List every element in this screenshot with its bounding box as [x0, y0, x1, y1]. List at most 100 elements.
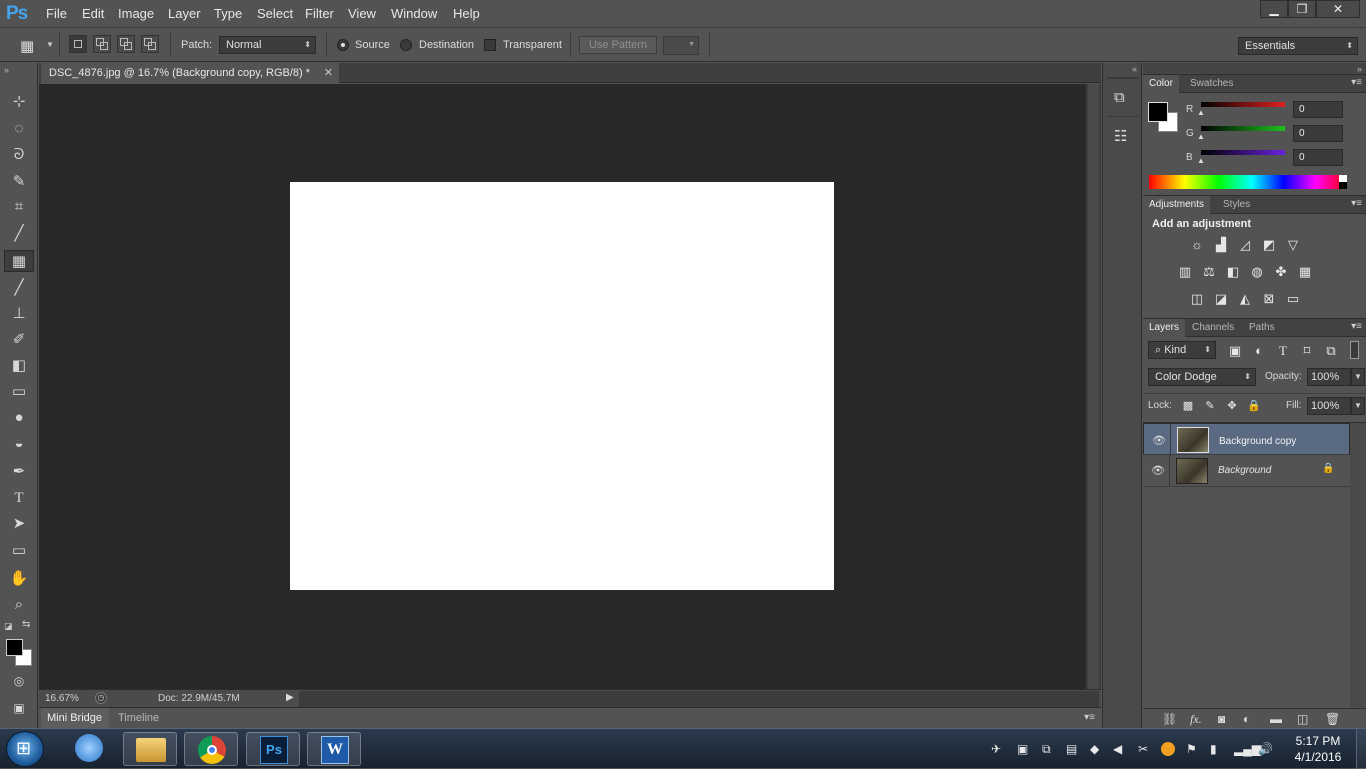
close-icon[interactable]: ✕ [324, 63, 333, 83]
filter-pixel-icon[interactable]: ▣ [1227, 344, 1243, 358]
threshold-icon[interactable]: ◭ [1237, 292, 1253, 306]
subtract-selection-mode-button[interactable] [117, 35, 135, 53]
lock-all-icon[interactable]: 🔒 [1246, 399, 1262, 413]
color-spectrum-ramp[interactable] [1149, 175, 1347, 189]
history-panel-icon[interactable]: ⧉ [1114, 89, 1125, 106]
clone-stamp-tool-icon[interactable]: ⊥ [4, 303, 34, 325]
slider-handle-g[interactable]: ▲ [1197, 132, 1205, 141]
volume-icon[interactable]: 🔊 [1258, 742, 1273, 756]
tab-layers[interactable]: Layers [1143, 319, 1186, 337]
opacity-dropdown[interactable]: ▼ [1351, 368, 1365, 386]
panel-menu-icon[interactable]: ▾≡ [1084, 712, 1095, 723]
filter-adjustment-icon[interactable]: ◐ [1251, 344, 1267, 358]
tray-icon-5[interactable]: ◆ [1090, 742, 1099, 756]
new-group-icon[interactable]: ▬ [1270, 712, 1282, 726]
layer-row-background[interactable]: 👁 Background 🔒 [1143, 455, 1350, 487]
play-arrow-icon[interactable]: ▶ [286, 692, 294, 703]
tab-timeline[interactable]: Timeline [118, 712, 159, 724]
tab-color[interactable]: Color [1143, 75, 1179, 93]
taskbar-photoshop[interactable]: Ps [246, 732, 300, 766]
tab-channels[interactable]: Channels [1186, 319, 1240, 337]
selective-color-icon[interactable]: ⊠ [1261, 292, 1277, 306]
tray-icon-6[interactable]: ◀ [1113, 742, 1122, 756]
horizontal-scrollbar[interactable] [299, 691, 1099, 707]
document-canvas[interactable] [290, 182, 834, 590]
layer-filter-select[interactable]: ⌕ Kind ⬍ [1148, 341, 1216, 359]
expand-dock-icon[interactable]: « [1132, 64, 1137, 74]
intersect-selection-mode-button[interactable] [141, 35, 159, 53]
menu-file[interactable]: File [46, 6, 67, 21]
tab-adjustments[interactable]: Adjustments [1143, 196, 1211, 214]
eyedropper-tool-icon[interactable]: ╱ [4, 223, 34, 245]
layer-row-background-copy[interactable]: 👁 Background copy [1143, 423, 1350, 456]
panel-menu-icon[interactable]: ▾≡ [1351, 77, 1362, 88]
close-button[interactable]: ✕ [1316, 0, 1360, 18]
chevron-down-icon[interactable]: ▼ [46, 40, 54, 49]
filter-smart-object-icon[interactable]: ⧉ [1323, 344, 1339, 358]
link-layers-icon[interactable]: ⛓ [1162, 712, 1177, 726]
move-tool-icon[interactable]: ⊹ [4, 91, 34, 113]
channel-value-b[interactable]: 0 [1293, 149, 1343, 166]
scrollbar-thumb[interactable] [1088, 84, 1099, 689]
brightness-contrast-icon[interactable]: ☼ [1189, 238, 1205, 252]
start-button[interactable]: ⊞ [6, 731, 44, 767]
menu-help[interactable]: Help [453, 6, 480, 21]
hue-saturation-icon[interactable]: ▥ [1177, 265, 1193, 279]
exposure-icon[interactable]: ◩ [1261, 238, 1277, 252]
vertical-scrollbar[interactable] [1085, 84, 1101, 689]
taskbar-word[interactable]: W [307, 732, 361, 766]
menu-select[interactable]: Select [257, 6, 293, 21]
layer-name[interactable]: Background copy [1219, 434, 1296, 450]
eye-icon[interactable]: 👁 [1151, 464, 1165, 477]
tray-icon-9[interactable]: ⚑ [1186, 742, 1197, 756]
collapse-panels-icon[interactable]: » [1357, 64, 1362, 74]
eraser-tool-icon[interactable]: ◧ [4, 355, 34, 377]
show-desktop-button[interactable] [1356, 729, 1366, 769]
screen-mode-icon[interactable]: ▣ [4, 697, 34, 719]
color-balance-icon[interactable]: ⚖ [1201, 265, 1217, 279]
pen-tool-icon[interactable]: ✒ [4, 461, 34, 483]
zoom-tool-icon[interactable]: ⌕ [4, 594, 34, 616]
tray-icon-4[interactable]: ▤ [1066, 742, 1077, 756]
minimize-button[interactable]: ▁ [1260, 0, 1288, 18]
panel-menu-icon[interactable]: ▾≡ [1351, 198, 1362, 209]
invert-icon[interactable]: ◫ [1189, 292, 1205, 306]
taskbar-chrome[interactable] [184, 732, 238, 766]
filter-toggle-switch[interactable] [1350, 341, 1359, 359]
transparent-checkbox[interactable] [484, 39, 496, 51]
menu-filter[interactable]: Filter [305, 6, 334, 21]
quick-selection-tool-icon[interactable]: ✎ [4, 171, 34, 193]
eye-icon[interactable]: 👁 [1152, 433, 1166, 449]
use-pattern-button[interactable]: Use Pattern [579, 36, 657, 54]
white-swatch[interactable] [1339, 175, 1347, 182]
network-signal-icon[interactable]: ▂▄▆ [1234, 742, 1261, 756]
new-adjustment-layer-icon[interactable]: ◐ [1243, 712, 1250, 726]
status-options-icon[interactable]: ◷ [95, 692, 107, 704]
channel-value-g[interactable]: 0 [1293, 125, 1343, 142]
black-white-icon[interactable]: ◧ [1225, 265, 1241, 279]
blend-mode-select[interactable]: Color Dodge ⬍ [1148, 368, 1256, 386]
new-layer-icon[interactable]: ◫ [1297, 712, 1308, 726]
rectangle-tool-icon[interactable]: ▭ [4, 540, 34, 562]
curves-icon[interactable]: ◿ [1237, 238, 1253, 252]
properties-panel-icon[interactable]: ☷ [1114, 127, 1127, 145]
new-selection-mode-button[interactable] [69, 35, 87, 53]
lock-transparent-pixels-icon[interactable]: ▩ [1180, 399, 1196, 413]
collapse-tools-icon[interactable]: » [4, 65, 9, 75]
restore-button[interactable]: ❐ [1288, 0, 1316, 18]
dodge-tool-icon[interactable]: ◒ [4, 433, 34, 455]
source-radio[interactable] [337, 39, 349, 51]
document-tab[interactable]: DSC_4876.jpg @ 16.7% (Background copy, R… [41, 63, 339, 83]
default-colors-icon[interactable]: ◪ [4, 621, 13, 632]
filter-shape-icon[interactable]: ⌑ [1299, 344, 1315, 358]
posterize-icon[interactable]: ◪ [1213, 292, 1229, 306]
vibrance-icon[interactable]: ▽ [1285, 238, 1301, 252]
tab-swatches[interactable]: Swatches [1184, 75, 1239, 93]
add-selection-mode-button[interactable] [93, 35, 111, 53]
slider-track-r[interactable] [1201, 102, 1285, 107]
taskbar-pinned-app[interactable] [62, 732, 116, 766]
destination-radio[interactable] [400, 39, 412, 51]
type-tool-icon[interactable]: T [4, 487, 34, 509]
blur-tool-icon[interactable]: ● [4, 407, 34, 429]
slider-track-b[interactable] [1201, 150, 1285, 155]
